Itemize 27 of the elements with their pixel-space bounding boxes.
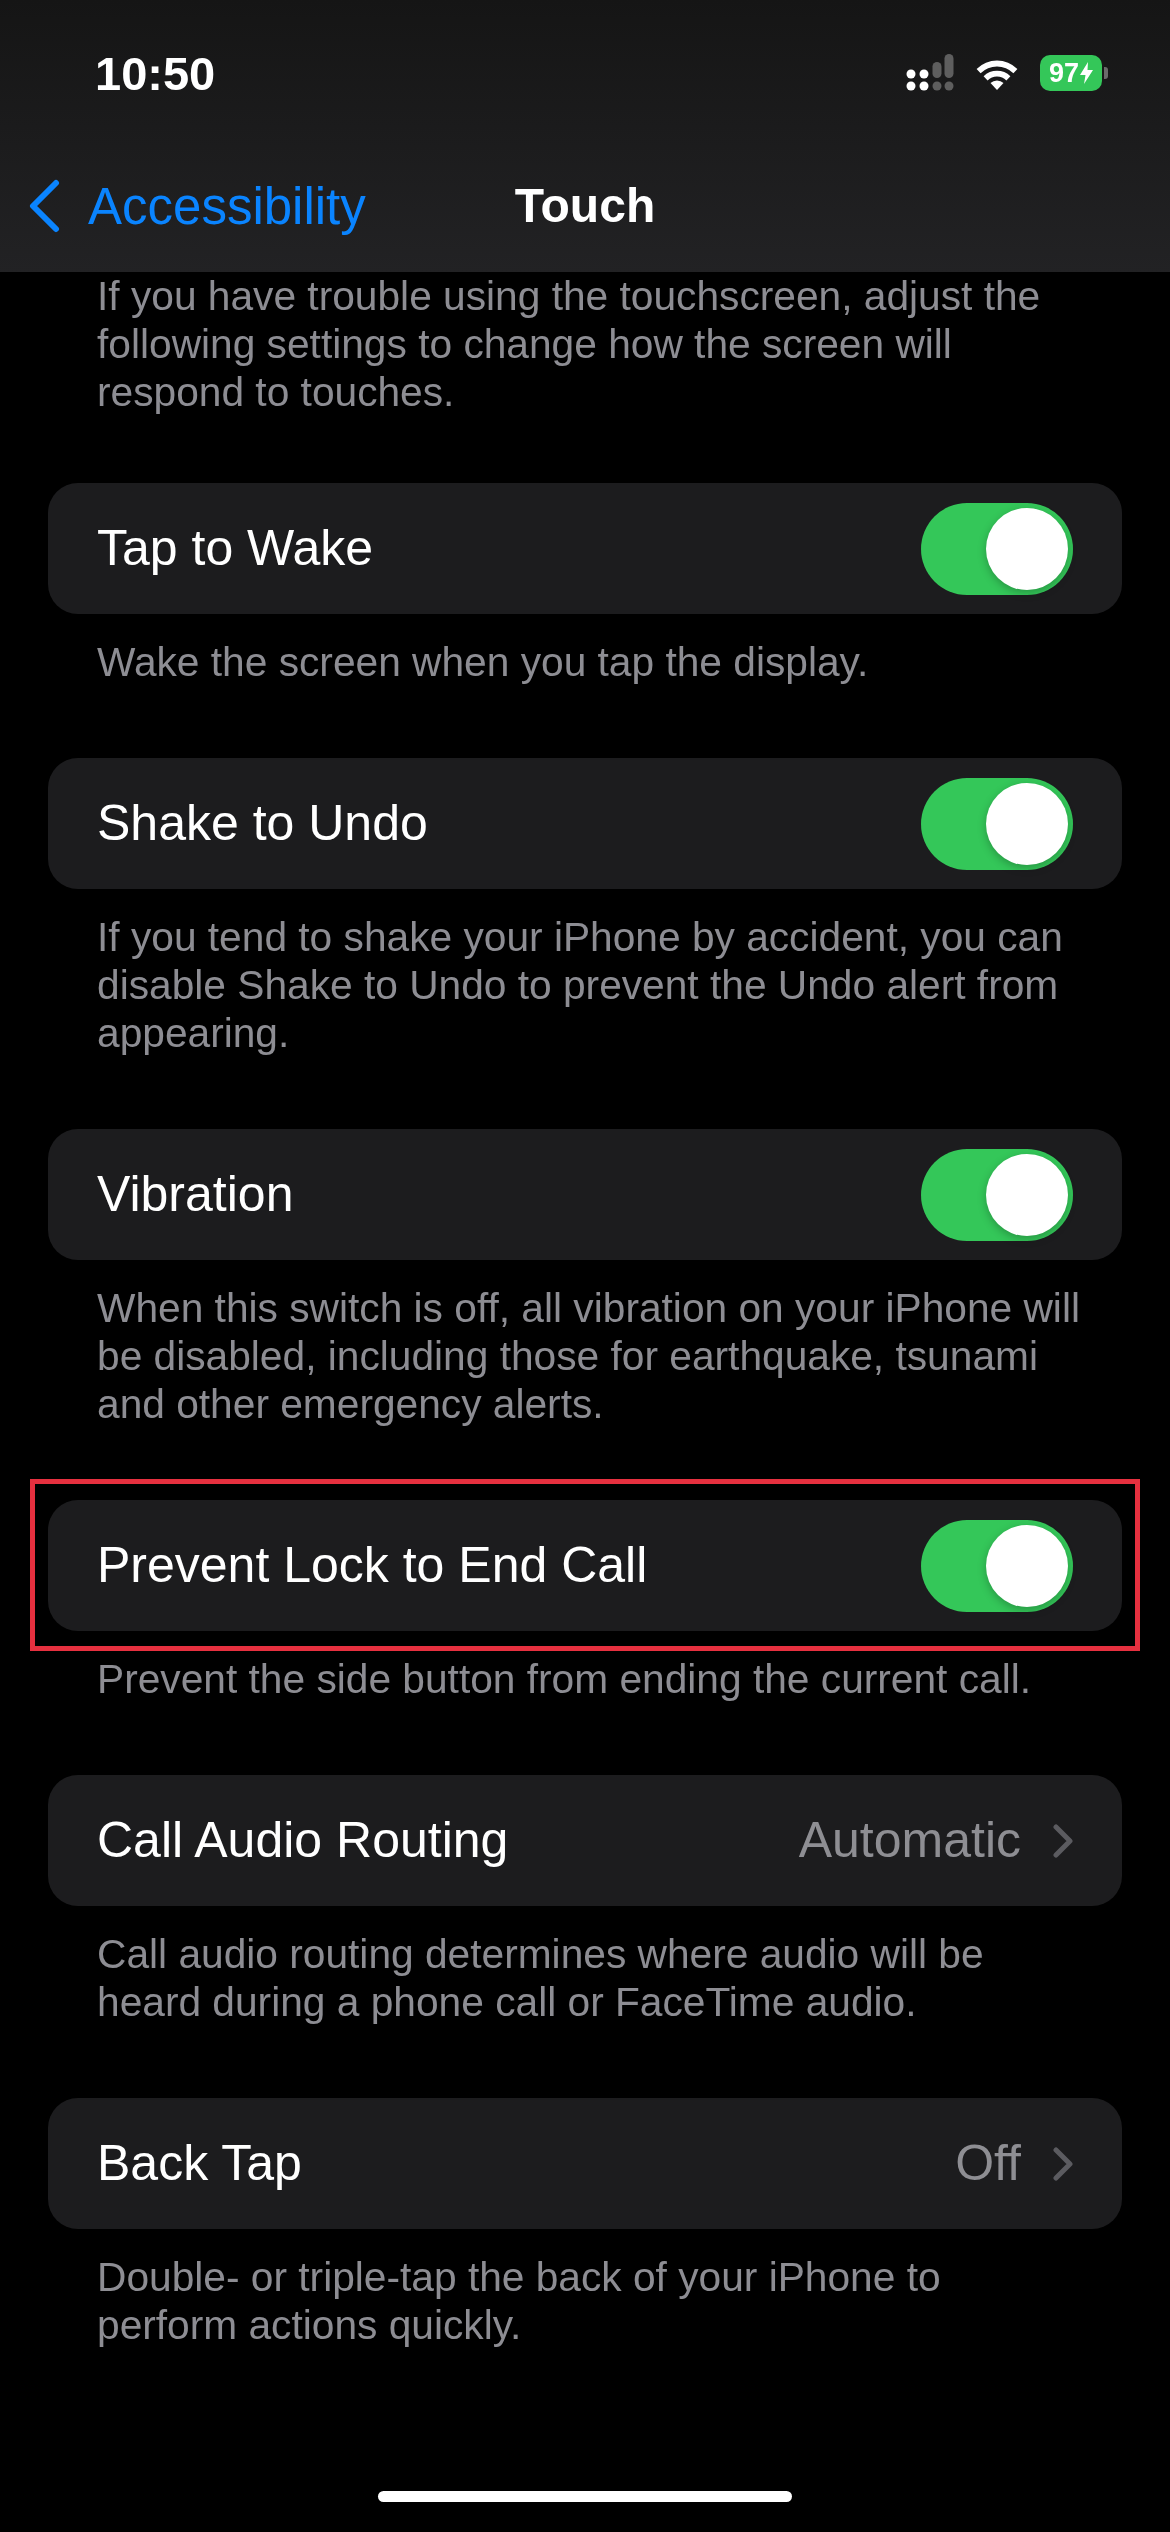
intro-text: If you have trouble using the touchscreen, adjust the following settings to change how the screen will respond to touches.	[96, 272, 1042, 416]
row-description: When this switch is off, all vibration on your iPhone will be disabled, including those for earthquake, tsunami and other emergency alerts.	[96, 1284, 1081, 1428]
settings-row[interactable]: Call Audio Routing Automatic	[48, 1775, 1122, 1906]
row-label: Vibration	[97, 1167, 294, 1222]
row-value: Automatic	[798, 1813, 1021, 1868]
row-label: Shake to Undo	[97, 796, 428, 851]
row-label: Back Tap	[97, 2136, 302, 2191]
back-button[interactable]: Accessibility	[28, 179, 366, 233]
settings-row[interactable]: Back Tap Off	[48, 2098, 1122, 2229]
bolt-icon	[1080, 62, 1093, 84]
row-description: Wake the screen when you tap the display.	[96, 638, 870, 686]
row-label: Tap to Wake	[97, 521, 374, 576]
row-description: Prevent the side button from ending the current call.	[96, 1655, 1033, 1703]
nav-title: Touch	[514, 182, 656, 230]
chevron-right-icon	[1053, 2146, 1073, 2181]
status-time: 10:50	[95, 49, 216, 97]
row-description: If you tend to shake your iPhone by accident, you can disable Shake to Undo to prevent the Undo alert from appearing.	[96, 913, 1064, 1057]
row-label: Prevent Lock to End Call	[97, 1538, 648, 1593]
row-label: Call Audio Routing	[97, 1813, 509, 1868]
battery-terminal-icon	[1104, 67, 1108, 79]
row-description: Double- or triple-tap the back of your iPhone to perform actions quickly.	[96, 2253, 942, 2349]
battery-percent: 97	[1048, 59, 1079, 87]
row-value: Off	[955, 2136, 1021, 2191]
signal-icon	[906, 54, 954, 92]
chevron-left-icon	[28, 179, 60, 233]
chevron-right-icon	[1053, 1823, 1073, 1858]
row-description: Call audio routing determines where audio will be heard during a phone call or FaceTime audio.	[96, 1930, 985, 2026]
